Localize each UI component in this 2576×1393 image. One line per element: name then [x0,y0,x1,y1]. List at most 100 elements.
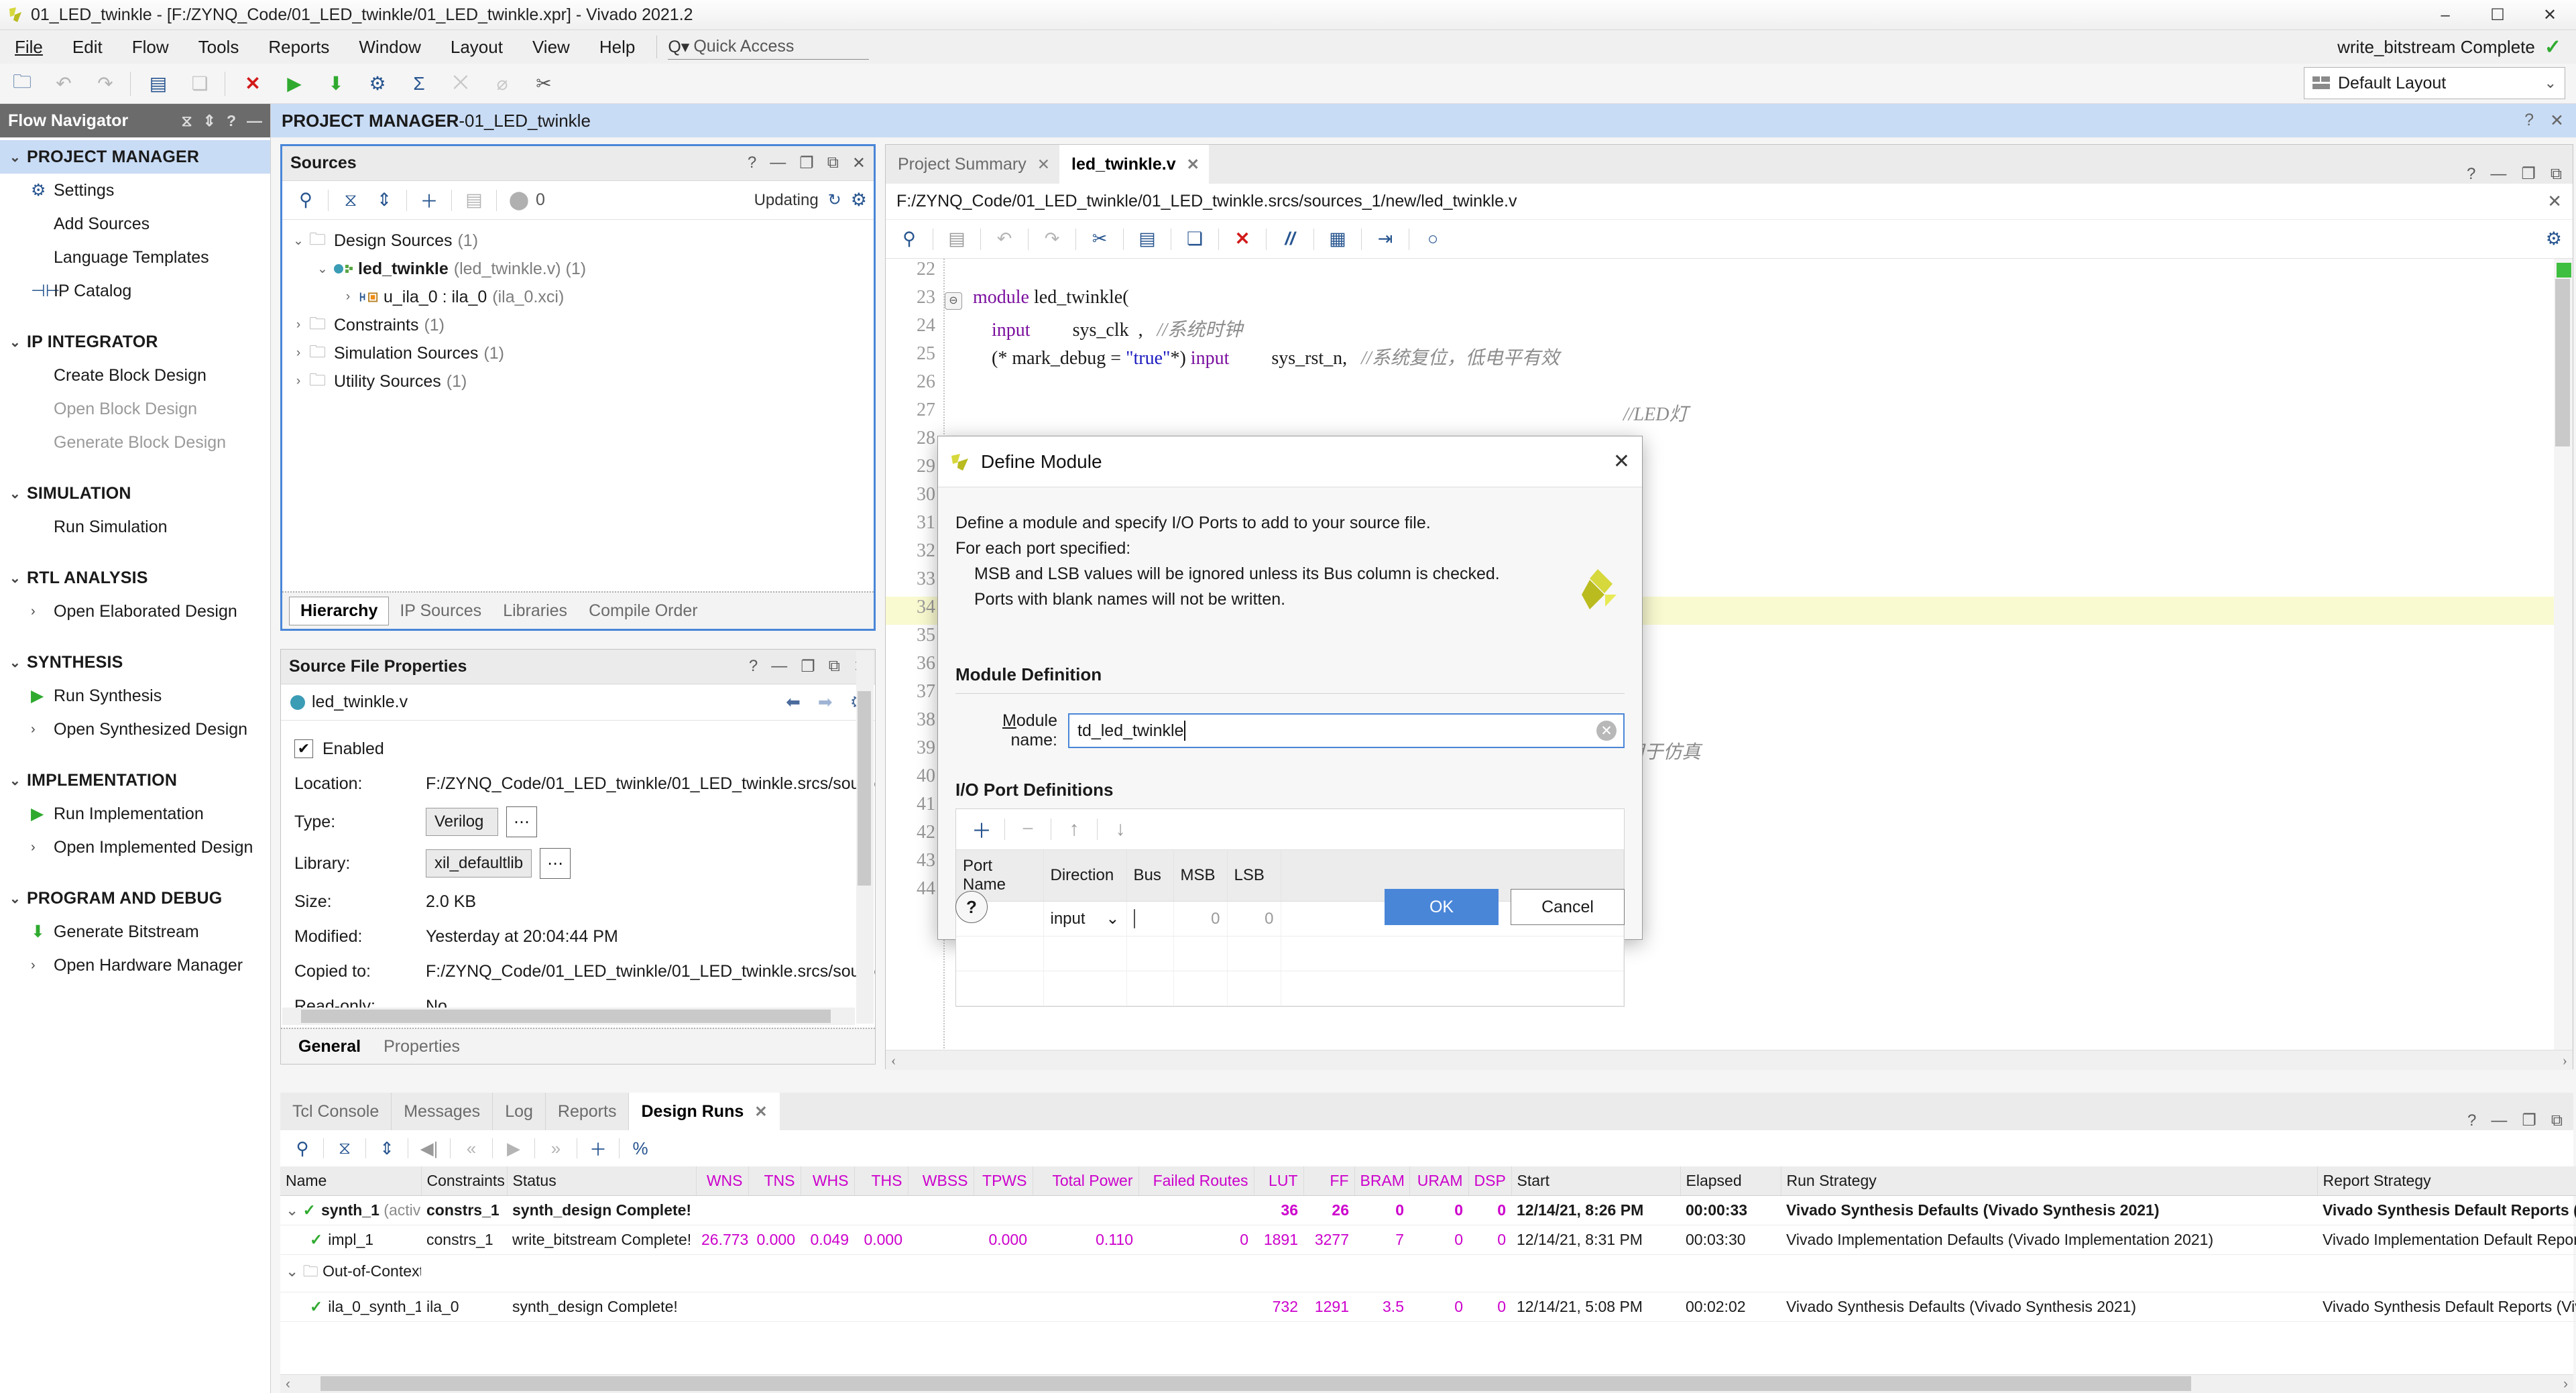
editor-vertical-scrollbar[interactable] [2554,259,2573,1050]
tree-item-utility-sources[interactable]: › 🗀 Utility Sources (1) [282,367,874,396]
tab-reports[interactable]: Reports [546,1093,630,1130]
fold-toggle-icon[interactable]: ⊖ [945,292,962,310]
expand-icon[interactable]: ⇕ [203,112,216,130]
maximize-icon[interactable]: ❐ [2521,164,2536,184]
scroll-right-icon[interactable]: › [2563,1052,2567,1069]
paste-icon[interactable]: ❏ [1177,223,1213,255]
first-step-icon[interactable]: ◀| [412,1133,446,1164]
undo-icon[interactable]: ↶ [44,66,83,101]
sidebar-item-open-elaborated-design[interactable]: › Open Elaborated Design [0,595,270,628]
float-icon[interactable]: ⧉ [829,657,840,676]
col-lut[interactable]: LUT [1254,1166,1304,1196]
sidebar-section-implementation[interactable]: ⌄ IMPLEMENTATION [0,764,270,797]
refresh-icon[interactable]: ↻ [828,190,841,210]
col-report-strategy[interactable]: Report Strategy [2317,1166,2576,1196]
add-run-icon[interactable]: ＋ [581,1133,615,1164]
add-port-icon[interactable]: ＋ [964,813,999,845]
scroll-left-icon[interactable]: ‹ [891,1052,896,1069]
collapse-all-icon[interactable]: ⧖ [328,1133,361,1164]
sidebar-section-synthesis[interactable]: ⌄ SYNTHESIS [0,646,270,679]
col-start[interactable]: Start [1511,1166,1681,1196]
menu-reports[interactable]: Reports [253,30,344,64]
generate-bitstream-icon[interactable]: ⬇ [316,66,355,101]
cell-direction[interactable] [1043,971,1127,1006]
menu-edit[interactable]: Edit [58,30,117,64]
save-icon[interactable]: ▤ [139,66,178,101]
io-table-row[interactable] [956,971,1624,1006]
close-icon[interactable]: ✕ [2547,191,2562,212]
sidebar-section-rtl-analysis[interactable]: ⌄ RTL ANALYSIS [0,561,270,595]
report-sum-icon[interactable]: Σ [400,66,438,101]
col-name[interactable]: Name [280,1166,422,1196]
minimize-icon[interactable]: — [771,657,787,676]
search-icon[interactable]: ⚲ [289,184,323,217]
scrollbar-thumb[interactable] [320,1376,2191,1391]
sidebar-item-generate-bitstream[interactable]: ⬇ Generate Bitstream [0,915,270,949]
scrollbar-thumb[interactable] [2555,279,2570,446]
cell-port-name[interactable] [956,936,1044,971]
tab-led-twinkle-v[interactable]: led_twinkle.v ✕ [1059,145,1209,184]
copy-icon[interactable]: ▤ [1129,223,1165,255]
sidebar-item-open-synthesized-design[interactable]: › Open Synthesized Design [0,713,270,746]
float-icon[interactable]: ⧉ [827,154,839,173]
help-icon[interactable]: ? [2467,165,2475,184]
next-step-icon[interactable]: » [539,1133,573,1164]
sidebar-item-run-synthesis[interactable]: ▶ Run Synthesis [0,679,270,713]
open-project-icon[interactable]: 🗀 [3,66,42,101]
cell-lsb[interactable] [1227,971,1281,1006]
enabled-checkbox[interactable]: ✔ [294,739,313,758]
tab-design-runs[interactable]: Design Runs ✕ [629,1093,780,1130]
warning-count-icon[interactable]: ⬤ [502,184,536,217]
col-total-power[interactable]: Total Power [1033,1166,1139,1196]
sidebar-section-program-and-debug[interactable]: ⌄ PROGRAM AND DEBUG [0,882,270,915]
cell-msb[interactable] [1173,971,1228,1006]
float-icon[interactable]: ⧉ [2551,165,2562,184]
report-icon[interactable]: ▤ [457,184,491,217]
redo-icon[interactable]: ↷ [86,66,125,101]
back-arrow-icon[interactable]: ⬅ [786,692,801,713]
io-table-row[interactable] [956,936,1624,971]
chevron-right-icon[interactable]: › [288,374,309,389]
minimize-icon[interactable]: — [2490,165,2506,184]
editor-horizontal-scrollbar[interactable]: ‹ › [886,1050,2573,1070]
col-status[interactable]: Status [507,1166,697,1196]
col-tpws[interactable]: TPWS [974,1166,1033,1196]
chevron-down-icon[interactable]: ⌄ [312,261,333,277]
gear-icon[interactable]: ⚙ [2546,229,2562,249]
table-row[interactable]: ✓ ila_0_synth_1 ila_0 synth_design Comple… [280,1292,2576,1322]
table-row[interactable]: ✓ impl_1 constrs_1 write_bitstream Comple… [280,1225,2576,1255]
collapse-all-icon[interactable]: ⧖ [334,184,367,217]
module-name-input[interactable]: td_led_twinkle ✕ [1068,713,1625,748]
collapse-all-icon[interactable]: ⧖ [182,112,192,130]
sidebar-item-generate-block-design[interactable]: Generate Block Design [0,426,270,459]
quick-access-input[interactable]: Q▾ Quick Access [668,34,870,60]
col-uram[interactable]: URAM [1409,1166,1469,1196]
tab-compile-order[interactable]: Compile Order [578,597,709,625]
col-ff[interactable]: FF [1303,1166,1355,1196]
tab-project-summary[interactable]: Project Summary ✕ [886,145,1059,184]
minimize-button[interactable]: – [2419,0,2471,30]
cell-lsb[interactable] [1227,936,1281,971]
type-browse-button[interactable]: ⋯ [506,806,537,837]
no-drc-icon[interactable]: ⌀ [483,66,522,101]
type-combo[interactable]: Verilog [426,808,498,836]
menu-help[interactable]: Help [585,30,650,64]
sidebar-section-project-manager[interactable]: ⌄ PROJECT MANAGER [0,140,270,174]
minimize-icon[interactable]: — [247,112,262,130]
tree-item-design-sources[interactable]: ⌄ 🗀 Design Sources (1) [282,227,874,255]
scroll-right-icon[interactable]: › [2563,1376,2568,1392]
tab-tcl-console[interactable]: Tcl Console [280,1093,392,1130]
menu-file[interactable]: File [0,30,58,64]
tab-hierarchy[interactable]: Hierarchy [289,596,390,625]
table-row[interactable]: ⌄ ✓synth_1 (active) constrs_1 synth_desi… [280,1195,2576,1225]
menu-view[interactable]: View [518,30,585,64]
col-dsp[interactable]: DSP [1468,1166,1512,1196]
help-icon[interactable]: ? [749,657,758,676]
tree-item-simulation-sources[interactable]: › 🗀 Simulation Sources (1) [282,339,874,367]
undo-icon[interactable]: ↶ [986,223,1022,255]
move-down-icon[interactable]: ↓ [1103,813,1138,845]
help-icon[interactable]: ? [2467,1111,2476,1130]
prev-step-icon[interactable]: « [455,1133,488,1164]
find-icon[interactable]: ⚲ [891,223,927,255]
run-icon[interactable]: ▶ [497,1133,530,1164]
